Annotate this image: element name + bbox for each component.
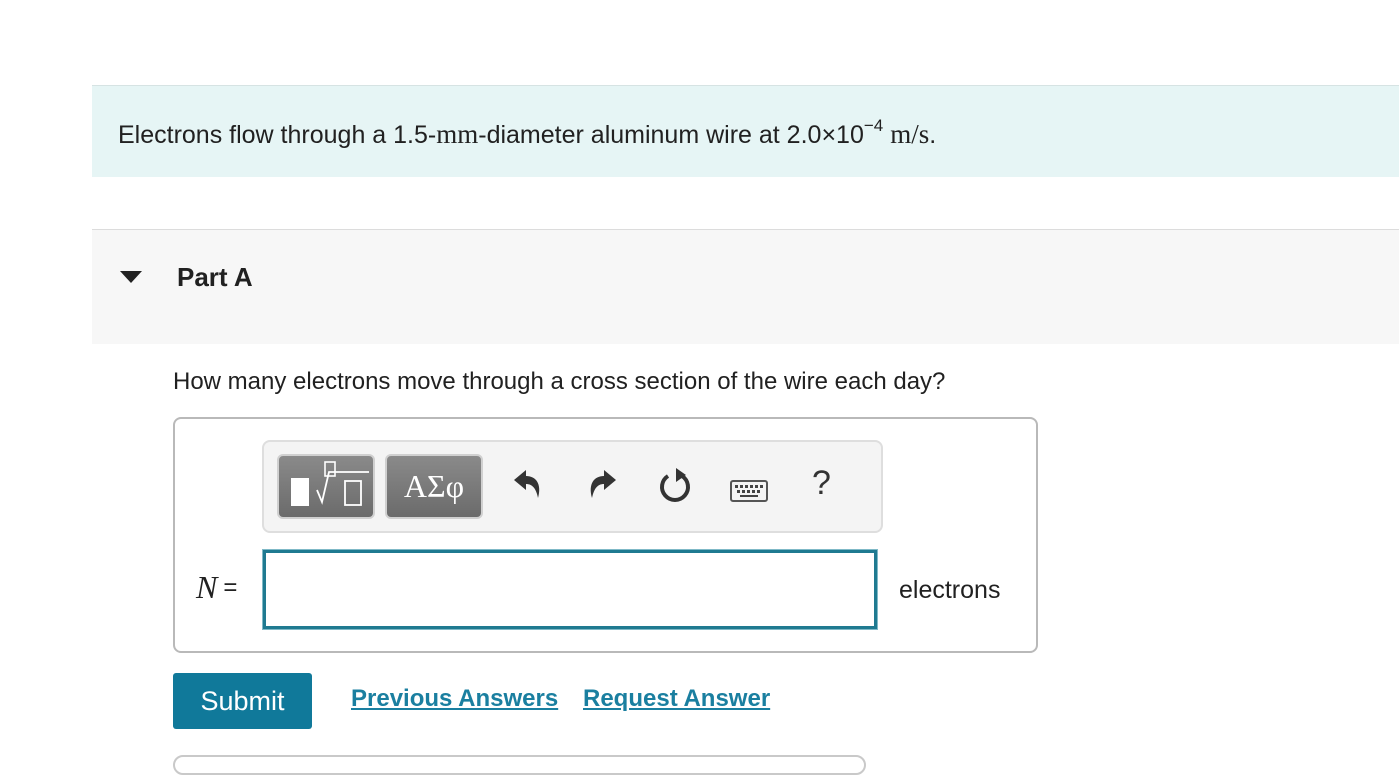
keyboard-icon (735, 485, 763, 497)
undo-button[interactable] (508, 464, 548, 508)
submit-button[interactable]: Submit (173, 673, 312, 729)
variable-n: N (196, 569, 218, 605)
intro-text-middle: -diameter aluminum wire at 2.0×10 (478, 121, 864, 149)
math-toolbar: ΑΣφ ? (262, 440, 883, 533)
unit-speed: m/s (890, 119, 930, 149)
request-answer-link[interactable]: Request Answer (583, 685, 770, 713)
exponent: −4 (863, 116, 884, 135)
keyboard-button[interactable] (730, 480, 768, 502)
redo-icon (590, 470, 616, 498)
problem-statement: Electrons flow through a 1.5-mm-diameter… (118, 116, 937, 153)
greek-symbols-button[interactable]: ΑΣφ (385, 454, 483, 519)
unit-mm: mm (436, 119, 479, 149)
intro-period: . (929, 121, 937, 149)
templates-icon (291, 461, 369, 506)
equals-sign: = (223, 574, 238, 601)
help-button[interactable]: ? (812, 464, 831, 503)
redo-button[interactable] (582, 464, 622, 508)
reset-button[interactable] (656, 464, 696, 508)
feedback-box (173, 755, 866, 775)
question-text: How many electrons move through a cross … (173, 368, 946, 395)
part-title: Part A (177, 262, 253, 292)
templates-button[interactable] (277, 454, 375, 519)
previous-answers-link[interactable]: Previous Answers (351, 685, 558, 713)
answer-variable-label: N = (196, 569, 237, 606)
reset-icon (660, 468, 690, 502)
problem-intro: Electrons flow through a 1.5-mm-diameter… (92, 85, 1399, 177)
part-a-header[interactable]: Part A (92, 229, 1399, 344)
collapse-caret-icon[interactable] (120, 271, 142, 283)
undo-icon (514, 470, 540, 498)
answer-input[interactable] (263, 550, 877, 629)
answer-units: electrons (899, 576, 1001, 604)
intro-text-before: Electrons flow through a 1.5- (118, 121, 437, 149)
